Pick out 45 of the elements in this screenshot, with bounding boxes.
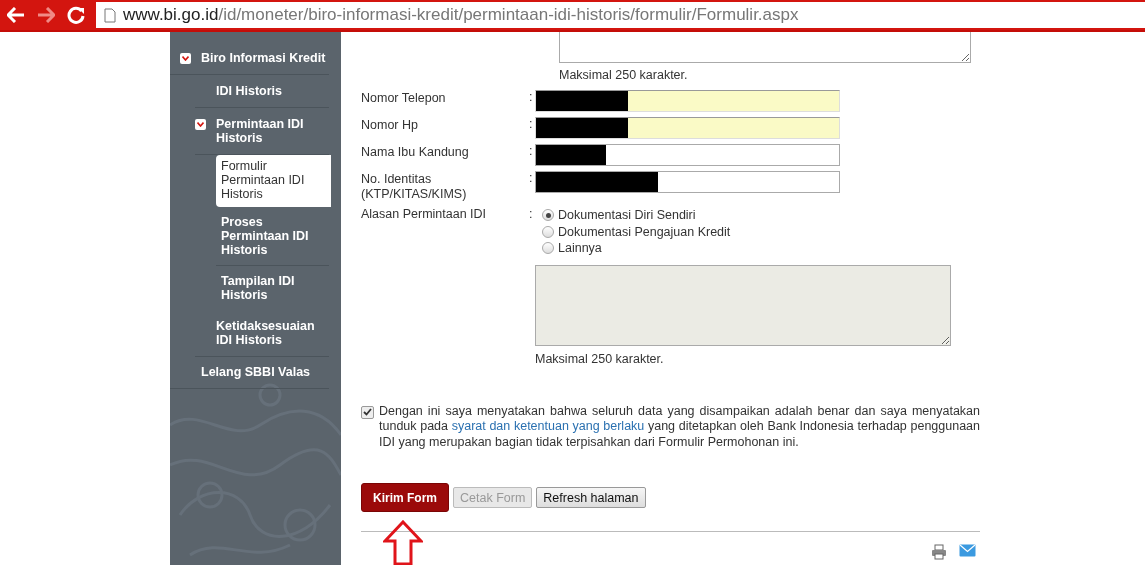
checkbox[interactable] [361,405,374,419]
sidebar-item-label: Permintaan IDI Historis [216,117,305,145]
reload-icon [67,6,85,24]
colon-text: : [529,207,534,223]
radio-label: Dokumentasi Diri Sendiri [558,208,696,223]
radio-button[interactable] [542,242,554,255]
back-arrow-icon [7,7,25,23]
input-field[interactable] [535,171,840,193]
print-icon[interactable] [931,544,947,560]
field-label: No. Identitas (KTP/KITAS/KIMS) [361,171,468,202]
input-field[interactable] [535,117,840,139]
input-field[interactable] [535,90,840,112]
hint-text: Maksimal 250 karakter. [535,351,665,366]
sidebar-item[interactable]: Formulir Permintaan IDI Historis [216,155,331,207]
forward-arrow-icon [37,7,55,23]
sidebar-item[interactable]: Tampilan IDI Historis [216,266,329,310]
radio-button[interactable] [542,209,554,222]
field-label: Alasan Permintaan IDI [361,207,488,223]
sidebar-item[interactable]: Biro Informasi Kredit [170,43,329,75]
chevron-down-icon [195,119,206,130]
sidebar-item[interactable]: Proses Permintaan IDI Historis [216,207,329,266]
hint-text: Maksimal 250 karakter. [559,68,689,83]
field-label: Nomor Hp [361,117,419,134]
page-icon [104,7,116,23]
colon-text: : [529,117,534,133]
sidebar-item[interactable]: IDI Historis [195,75,329,108]
address-field[interactable]: www.bi.go.id/id/moneter/biro-informasi-kredit/permintaan-idi-historis/formulir/Formulir.aspx [96,2,1145,28]
radio-button[interactable] [542,225,554,238]
submit-button[interactable]: Kirim Form [361,483,449,512]
input-field[interactable] [535,144,840,166]
field-label: Nomor Telepon [361,90,447,107]
email-icon[interactable] [959,544,976,557]
sidebar-item[interactable]: Ketidaksesuaian IDI Historis [195,310,329,357]
sidebar-item[interactable]: Lelang SBBI Valas [170,357,329,389]
colon-text: : [529,171,534,187]
terms-link[interactable]: syarat dan ketentuan yang berlaku [451,419,645,433]
colon-text: : [529,90,534,106]
field-label: Nama Ibu Kandung [361,144,470,161]
agreement-text: Dengan ini saya menyatakan bahwa seluruh data yang disampaikan adalah benar dan saya menyatakan tunduk pada syarat dan ketentuan yang berlaku yang ditetapkan oleh Bank Indonesia terhadap penggunaan IDI yang merupakan bagian tidak terpisahkan dari Formulir Permohonan ini. [379,403,980,450]
form-button[interactable]: Refresh halaman [536,487,646,508]
sidebar-item-label: Biro Informasi Kredit [201,51,326,65]
radio-label: Dokumentasi Pengajuan Kredit [558,224,731,239]
chevron-down-icon [180,53,191,64]
radio-label: Lainnya [558,241,602,256]
colon-text: : [529,144,534,160]
